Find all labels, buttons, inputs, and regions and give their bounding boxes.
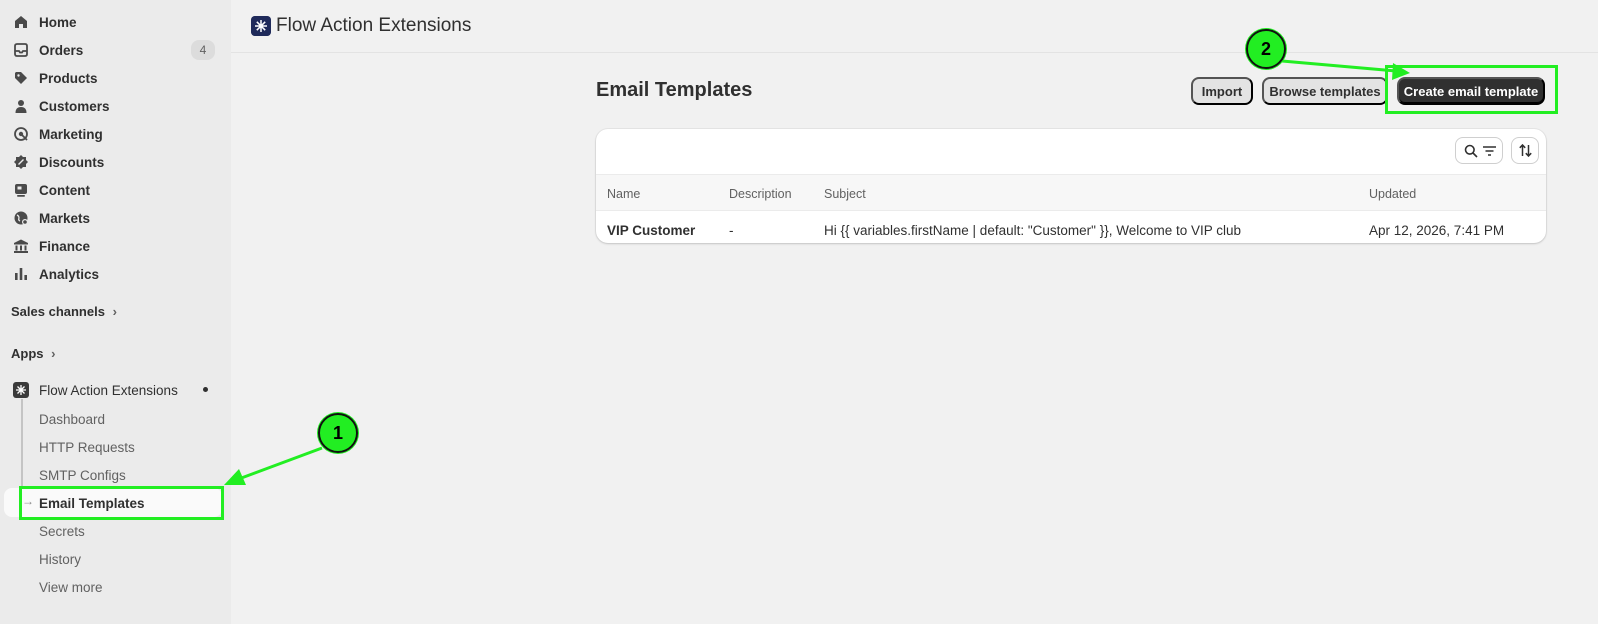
annotation-marker-1: 1 xyxy=(318,413,358,453)
arrow-line-2 xyxy=(1281,59,1397,73)
arrowhead-2 xyxy=(1392,63,1410,80)
annotation-arrows xyxy=(224,59,1410,485)
arrow-line-1 xyxy=(235,446,323,482)
annotation-marker-2: 2 xyxy=(1246,29,1286,69)
